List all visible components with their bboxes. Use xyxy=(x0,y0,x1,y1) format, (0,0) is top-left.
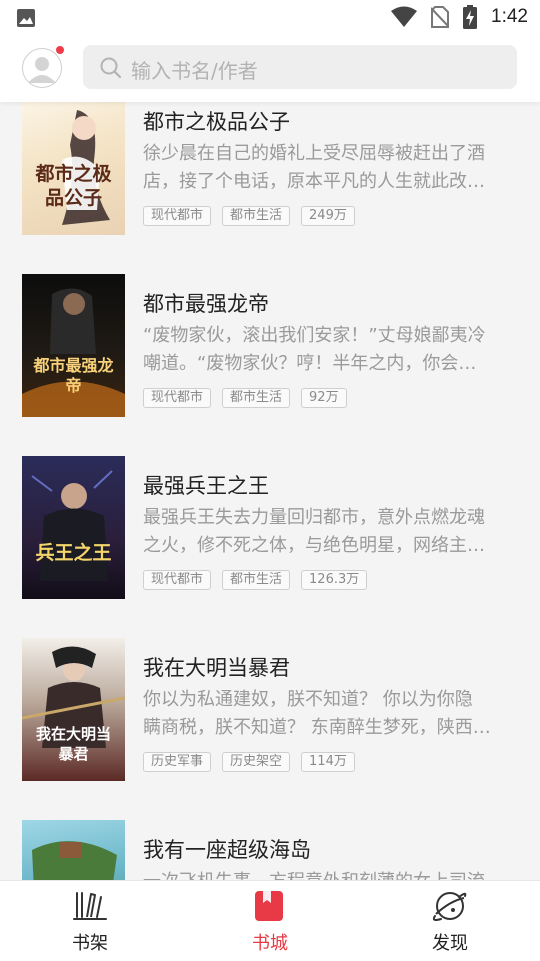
cover-title: 兵王之王 xyxy=(35,542,112,564)
book-cover[interactable]: 都市之极品公子 xyxy=(22,102,125,235)
cover-title: 都市之极品公子 xyxy=(35,163,112,209)
description-line: 你以为私通建奴，朕不知道？ 你以为你隐 xyxy=(143,689,473,710)
tab-bookstore-label: 书城 xyxy=(252,933,288,954)
description-line: 店，接了个电话，原本平凡的人生就此改… xyxy=(143,171,485,192)
book-cover[interactable]: 都市最强龙帝 xyxy=(22,274,125,417)
user-icon xyxy=(28,57,56,83)
tag-list: 现代都市 都市生活 92万 xyxy=(143,388,358,408)
cover-art xyxy=(32,841,117,880)
cover-art xyxy=(31,470,113,581)
subcategory-tag: 都市生活 xyxy=(222,206,291,226)
tab-discover[interactable]: 发现 xyxy=(390,881,510,961)
book-title: 都市之极品公子 xyxy=(143,110,290,134)
book-item[interactable]: 都市之极品公子 都市之极品公子 徐少晨在自己的婚礼上受尽屈辱被赶出了酒 店，接了… xyxy=(0,102,540,282)
book-title: 都市最强龙帝 xyxy=(143,292,269,316)
subcategory-tag: 历史架空 xyxy=(222,752,291,772)
tab-bookstore[interactable]: 书城 xyxy=(210,881,330,961)
subcategory-tag: 都市生活 xyxy=(222,570,291,590)
image-notification-icon xyxy=(17,9,35,27)
bookshelf-icon xyxy=(73,892,107,920)
book-title: 我有一座超级海岛 xyxy=(143,838,311,862)
book-title: 最强兵王之王 xyxy=(143,474,269,498)
battery-charging-icon xyxy=(463,5,478,29)
tag-list: 现代都市 都市生活 249万 xyxy=(143,206,366,226)
book-description: 一次飞机失事，方程意外和刻薄的女上司流 xyxy=(143,868,518,880)
book-item[interactable]: 兵王之王 最强兵王之王 最强兵王失去力量回归都市，意外点燃龙魂 之火，修不死之体… xyxy=(0,456,540,638)
book-description: 你以为私通建奴，朕不知道？ 你以为你隐 瞒商税，朕不知道？ 东南醉生梦死，陕西… xyxy=(143,686,518,742)
description-line: 嘲道。“废物家伙？哼！半年之内，你会… xyxy=(143,353,477,374)
book-item[interactable]: 都市最强龙帝 都市最强龙帝 “废物家伙，滚出我们安家！”丈母娘鄙夷冷 嘲道。“废… xyxy=(0,274,540,456)
planet-icon xyxy=(433,892,467,921)
book-cover[interactable]: 我在大明当暴君 xyxy=(22,638,125,781)
book-icon xyxy=(255,891,283,921)
description-line: 瞒商税，朕不知道？ 东南醉生梦死，陕西… xyxy=(143,717,491,738)
description-line: 之火，修不死之体，与绝色明星，网络主… xyxy=(143,535,485,556)
book-item[interactable]: 我在大明当暴君 我在大明当暴君 你以为私通建奴，朕不知道？ 你以为你隐 瞒商税，… xyxy=(0,638,540,820)
tab-bookshelf[interactable]: 书架 xyxy=(30,881,150,961)
description-line: “废物家伙，滚出我们安家！”丈母娘鄙夷冷 xyxy=(143,325,486,346)
description-line: 徐少晨在自己的婚礼上受尽屈辱被赶出了酒 xyxy=(143,143,485,164)
search-input[interactable]: 输入书名/作者 xyxy=(83,45,517,89)
no-sim-icon xyxy=(431,6,450,28)
word-count-tag: 126.3万 xyxy=(301,570,368,590)
bottom-nav: 书架 书城 发现 xyxy=(0,880,540,961)
category-tag: 现代都市 xyxy=(143,206,212,226)
book-item[interactable]: 我有一座超级海岛 一次飞机失事，方程意外和刻薄的女上司流 xyxy=(0,820,540,880)
category-tag: 现代都市 xyxy=(143,388,212,408)
cover-title: 都市最强龙帝 xyxy=(33,356,114,395)
word-count-tag: 92万 xyxy=(301,388,347,408)
search-icon xyxy=(100,57,122,79)
wifi-icon xyxy=(391,6,418,27)
tab-bookshelf-label: 书架 xyxy=(72,933,108,954)
tag-list: 现代都市 都市生活 126.3万 xyxy=(143,570,378,590)
book-cover[interactable]: 兵王之王 xyxy=(22,456,125,599)
cover-title: 我在大明当暴君 xyxy=(35,725,111,763)
status-bar: 1:42 xyxy=(0,0,540,36)
tag-list: 历史军事 历史架空 114万 xyxy=(143,752,366,772)
book-cover[interactable] xyxy=(22,820,125,880)
search-placeholder: 输入书名/作者 xyxy=(131,59,258,83)
tab-discover-label: 发现 xyxy=(432,933,468,954)
notification-dot xyxy=(56,46,64,54)
avatar[interactable] xyxy=(22,48,62,88)
description-line: 最强兵王失去力量回归都市，意外点燃龙魂 xyxy=(143,507,485,528)
subcategory-tag: 都市生活 xyxy=(222,388,291,408)
top-bar: 输入书名/作者 xyxy=(0,36,540,102)
word-count-tag: 249万 xyxy=(301,206,355,226)
category-tag: 现代都市 xyxy=(143,570,212,590)
word-count-tag: 114万 xyxy=(301,752,355,772)
clock: 1:42 xyxy=(491,6,528,27)
book-list[interactable]: 都市之极品公子 都市之极品公子 徐少晨在自己的婚礼上受尽屈辱被赶出了酒 店，接了… xyxy=(0,102,540,880)
category-tag: 历史军事 xyxy=(143,752,212,772)
book-description: 徐少晨在自己的婚礼上受尽屈辱被赶出了酒 店，接了个电话，原本平凡的人生就此改… xyxy=(143,140,518,196)
description-line: 一次飞机失事，方程意外和刻薄的女上司流 xyxy=(143,868,518,880)
book-description: 最强兵王失去力量回归都市，意外点燃龙魂 之火，修不死之体，与绝色明星，网络主… xyxy=(143,504,518,560)
book-description: “废物家伙，滚出我们安家！”丈母娘鄙夷冷 嘲道。“废物家伙？哼！半年之内，你会… xyxy=(143,322,518,378)
book-title: 我在大明当暴君 xyxy=(143,656,290,680)
